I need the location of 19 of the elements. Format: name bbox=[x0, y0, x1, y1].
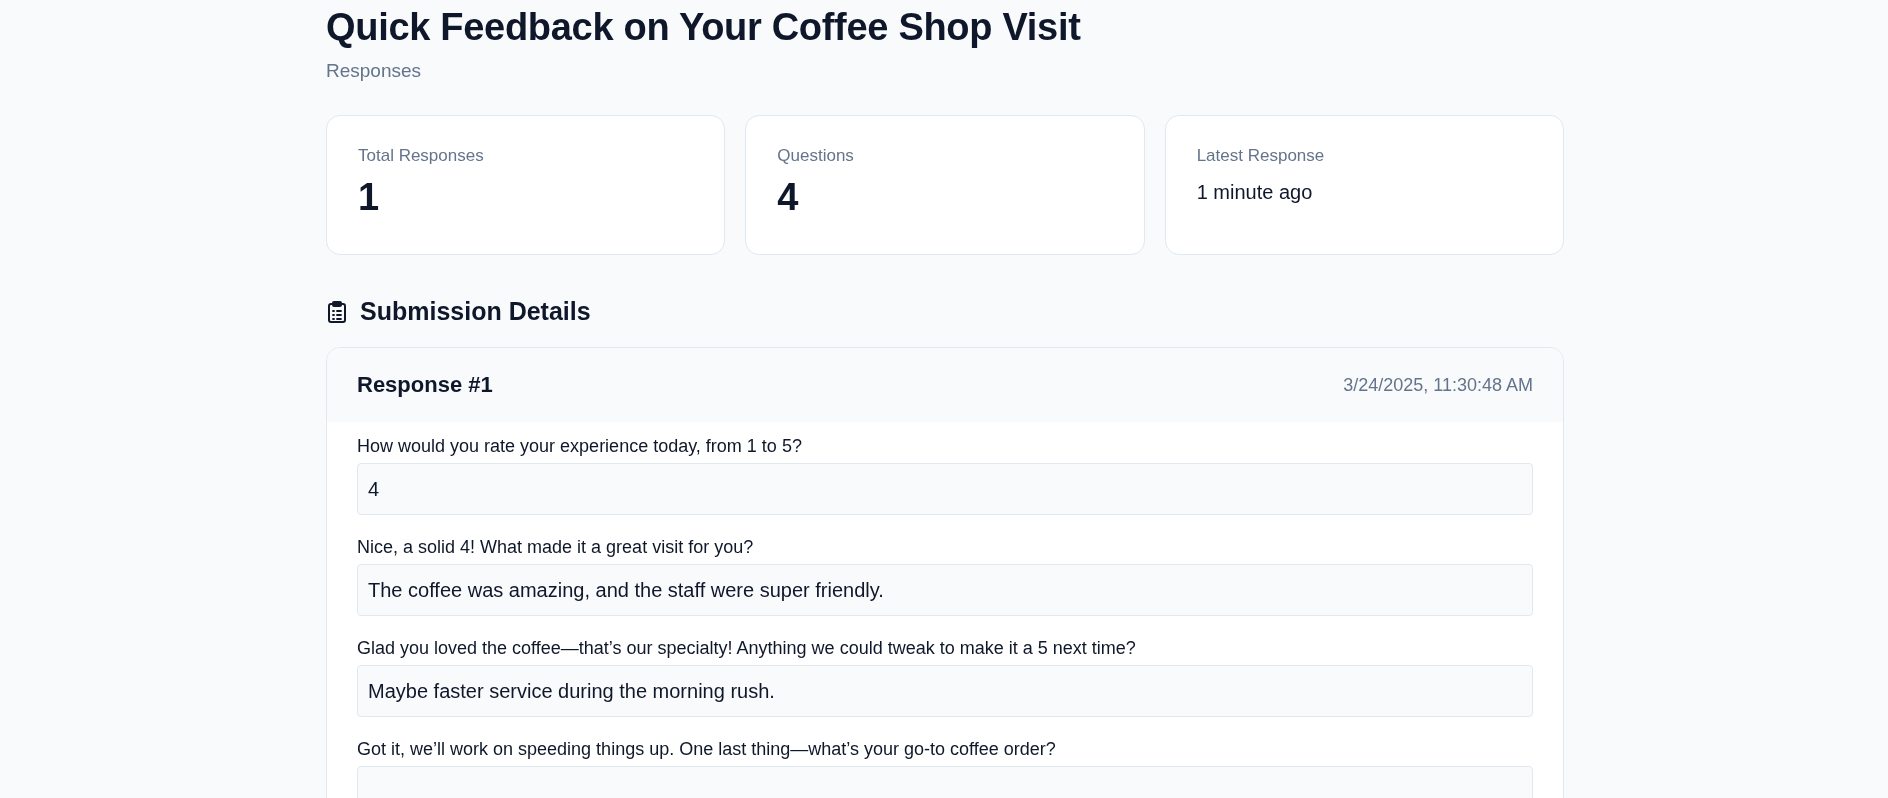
answer-field: Maybe faster service during the morning rush. bbox=[357, 665, 1533, 717]
page-title: Quick Feedback on Your Coffee Shop Visit bbox=[326, 5, 1082, 50]
question-label: How would you rate your experience today, from 1 to 5? bbox=[357, 435, 803, 458]
stat-label: Questions bbox=[777, 146, 855, 166]
stat-value: 1 bbox=[358, 176, 381, 219]
answer-field: The coffee was amazing, and the staff were super friendly. bbox=[357, 564, 1533, 616]
stat-value: 1 minute ago bbox=[1196, 181, 1314, 204]
clipboard-icon bbox=[326, 299, 348, 324]
question-label: Got it, we’ll work on speeding things up. One last thing—what’s your go-to coffee order? bbox=[357, 738, 1057, 761]
answer-field: 4 bbox=[357, 463, 1533, 515]
page-subtitle: Responses bbox=[326, 60, 423, 82]
response-timestamp: 3/24/2025, 11:30:48 AM bbox=[1343, 374, 1533, 396]
stat-value: 4 bbox=[777, 176, 800, 219]
response-title: Response #1 bbox=[357, 372, 493, 398]
stat-label: Total Responses bbox=[358, 146, 485, 166]
stat-label: Latest Response bbox=[1196, 146, 1326, 166]
question-label: Glad you loved the coffee—that’s our specialty! Anything we could tweak to make it a 5 next time? bbox=[357, 637, 1137, 660]
section-title: Submission Details bbox=[360, 297, 591, 326]
question-label: Nice, a solid 4! What made it a great visit for you? bbox=[357, 536, 755, 559]
